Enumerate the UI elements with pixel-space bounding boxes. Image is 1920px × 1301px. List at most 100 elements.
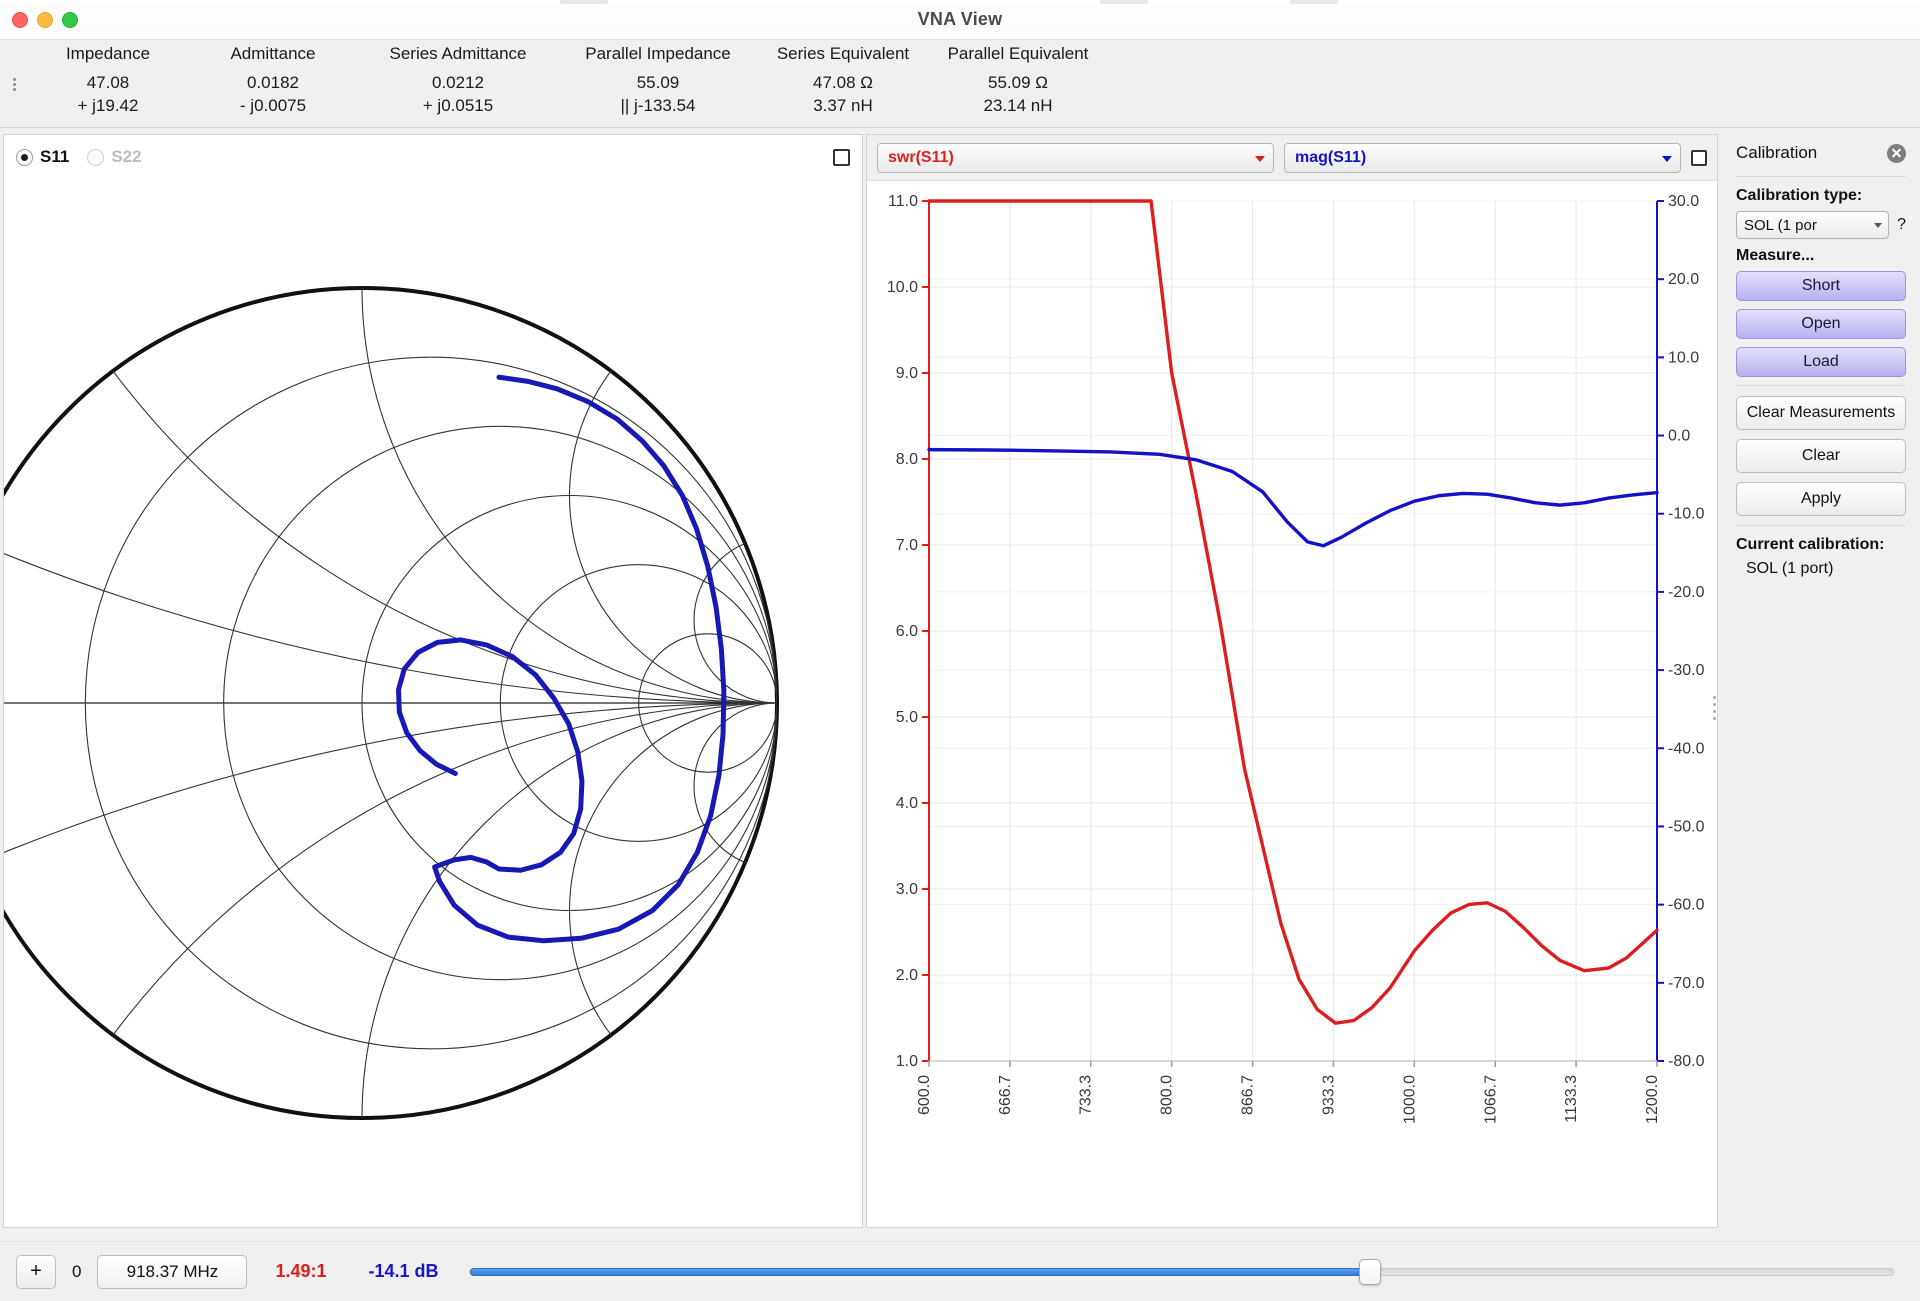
add-marker-button[interactable]: + — [16, 1254, 56, 1289]
x-tick-label: 933.3 — [1320, 1075, 1337, 1115]
measurement-title: Parallel Equivalent — [947, 44, 1089, 63]
smith-reactance-arc — [568, 702, 777, 1118]
trace1-selector[interactable]: swr(S11) — [877, 142, 1274, 173]
measurement-value-imag: 3.37 nH — [813, 95, 873, 115]
apply-button[interactable]: Apply — [1736, 482, 1906, 516]
right-tick-label: 30.0 — [1668, 193, 1699, 210]
title-bar: VNA View — [0, 0, 1920, 40]
current-calibration-value: SOL (1 port) — [1746, 560, 1834, 577]
left-tick-label: 9.0 — [896, 365, 918, 382]
vna-view-window: VNA View Impedance 47.08 + j19.42 Admittanc… — [0, 0, 1920, 1301]
smith-reactance-arc — [4, 288, 777, 704]
smith-reactance-arc — [4, 702, 777, 1118]
port-label-s11: S11 — [40, 147, 70, 166]
port-option-s11[interactable]: S11 — [16, 147, 69, 167]
measurement-title: Series Equivalent — [776, 44, 910, 63]
trace2-selector[interactable]: mag(S11) — [1284, 142, 1681, 173]
trace-chart-panel: swr(S11) mag(S11) 1.0 2.0 3.0 4.0 5.0 6.0 7.0 8… — [866, 134, 1718, 1228]
measurement-value-imag: + j19.42 — [77, 95, 139, 115]
calibration-type-select[interactable]: SOL (1 por — [1736, 211, 1890, 239]
trace-chart-canvas[interactable]: 1.0 2.0 3.0 4.0 5.0 6.0 7.0 8.0 9.0 10.0 11.0 -80.0… — [867, 181, 1717, 1227]
port-selector: S11 S22 — [16, 147, 142, 167]
measurement-title: Parallel Impedance — [585, 44, 731, 63]
left-tick-label: 6.0 — [896, 623, 918, 640]
x-tick-label: 800.0 — [1159, 1075, 1176, 1115]
panel-resize-handle[interactable] — [1710, 688, 1718, 728]
x-tick-label: 600.0 — [916, 1075, 933, 1115]
left-tick-label: 10.0 — [887, 279, 918, 296]
marker-frequency-slider[interactable] — [468, 1255, 1894, 1289]
help-icon[interactable]: ? — [1897, 216, 1906, 234]
measurement-value-imag: || j-133.54 — [620, 95, 696, 115]
marker-frequency-field[interactable]: 918.37 MHz — [97, 1254, 248, 1289]
slider-fill — [469, 1267, 1368, 1276]
measurement-value-imag: + j0.0515 — [422, 95, 494, 115]
right-tick-label: -10.0 — [1668, 506, 1705, 523]
right-tick-label: -40.0 — [1668, 740, 1705, 757]
x-tick-label: 733.3 — [1078, 1075, 1095, 1115]
left-tick-label: 3.0 — [896, 881, 918, 898]
titlebar-decoration — [1290, 0, 1338, 4]
marker-index: 0 — [72, 1261, 82, 1281]
port-option-s22[interactable]: S22 — [87, 147, 142, 167]
x-tick-label: 1200.0 — [1644, 1075, 1661, 1124]
divider — [1736, 176, 1906, 177]
measurement-value-real: 0.0212 — [432, 73, 484, 92]
smith-chart-toolbar: S11 S22 — [4, 135, 862, 179]
x-tick-label: 666.7 — [997, 1075, 1014, 1115]
measurement-title: Impedance — [65, 44, 151, 63]
slider-thumb[interactable] — [1358, 1258, 1381, 1285]
left-tick-label: 5.0 — [896, 709, 918, 726]
close-circle-icon[interactable] — [1887, 143, 1906, 163]
drag-handle-icon[interactable] — [0, 40, 28, 128]
restore-window-icon[interactable] — [833, 148, 850, 166]
measurement-title: Series Admittance — [389, 44, 527, 63]
calibration-type-label: Calibration type: — [1736, 187, 1863, 204]
measurement-value-real: 0.0182 — [247, 73, 299, 92]
measurement-column: Parallel Impedance 55.09 || j-133.54 — [558, 44, 758, 118]
left-tick-label: 4.0 — [896, 795, 918, 812]
clear-button[interactable]: Clear — [1736, 439, 1906, 473]
left-tick-label: 2.0 — [896, 967, 918, 984]
measurement-column: Admittance 0.0182 - j0.0075 — [188, 44, 358, 118]
measure-short-button[interactable]: Short — [1736, 271, 1906, 301]
divider — [1736, 525, 1906, 526]
right-tick-label: 10.0 — [1668, 349, 1699, 366]
chevron-down-icon — [1662, 155, 1672, 162]
main-content: S11 S22 swr(S11) mag(S11) 1.0 2.0 3.0 4.… — [0, 128, 1920, 1241]
right-tick-label: -20.0 — [1668, 584, 1705, 601]
left-tick-label: 1.0 — [896, 1053, 918, 1070]
smith-trace — [396, 374, 727, 944]
right-tick-label: 0.0 — [1668, 428, 1690, 445]
measurement-value-real: 47.08 — [86, 73, 130, 92]
calibration-title: Calibration — [1736, 143, 1818, 162]
trace2-label: mag(S11) — [1295, 148, 1367, 166]
x-tick-label: 1066.7 — [1482, 1075, 1499, 1124]
right-tick-label: 20.0 — [1668, 271, 1699, 288]
measure-open-button[interactable]: Open — [1736, 309, 1906, 339]
right-tick-label: -50.0 — [1668, 818, 1705, 835]
calibration-header: Calibration — [1736, 138, 1906, 168]
measurement-summary-bar: Impedance 47.08 + j19.42 Admittance 0.0182 - … — [0, 40, 1920, 128]
trace1-label: swr(S11) — [888, 148, 954, 166]
right-tick-label: -70.0 — [1668, 975, 1705, 992]
series-swr(S11) — [927, 199, 1659, 1025]
left-tick-label: 8.0 — [896, 451, 918, 468]
clear-measurements-button[interactable]: Clear Measurements — [1736, 396, 1906, 430]
restore-window-icon[interactable] — [1691, 149, 1707, 166]
left-tick-label: 11.0 — [888, 193, 918, 210]
smith-chart-canvas[interactable] — [4, 179, 862, 1227]
radio-s11-icon[interactable] — [16, 148, 33, 166]
marker-swr-value: 1.49:1 — [275, 1261, 327, 1281]
x-tick-label: 866.7 — [1240, 1075, 1257, 1115]
chevron-down-icon — [1255, 155, 1265, 162]
measurement-value-real: 55.09 Ω — [988, 73, 1048, 92]
calibration-type-row: SOL (1 por ? — [1736, 211, 1906, 239]
port-label-s22: S22 — [111, 147, 142, 166]
chevron-down-icon — [1874, 223, 1883, 228]
calibration-type-value: SOL (1 por — [1744, 216, 1817, 234]
measurement-value-real: 47.08 Ω — [813, 73, 873, 92]
radio-s22-icon[interactable] — [87, 148, 105, 166]
smith-chart-panel: S11 S22 — [3, 134, 863, 1228]
measure-load-button[interactable]: Load — [1736, 347, 1906, 377]
